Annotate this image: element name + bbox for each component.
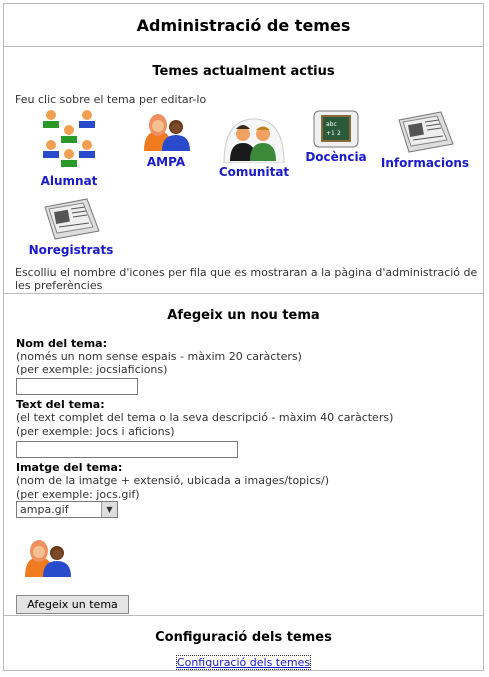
topic-name-hint: (només un nom sense espais - màxim 20 ca… xyxy=(16,350,302,363)
parents-icon xyxy=(144,114,190,151)
students-icon xyxy=(43,110,95,167)
topic-image-label: Imatge del tema: xyxy=(16,461,123,474)
icons-per-row-text-line1: Escolliu el nombre d'icones per fila que… xyxy=(15,266,478,279)
topic-alumnat[interactable]: Alumnat xyxy=(28,108,110,188)
active-topics-section: Temes actualment actius Feu clic sobre e… xyxy=(4,47,483,294)
icons-per-row-text-line2: les preferències xyxy=(15,279,103,292)
topic-docencia[interactable]: abc +1 2 Docència xyxy=(304,110,368,164)
add-topic-title: Afegeix un nou tema xyxy=(167,308,320,323)
topic-image-example: (per exemple: jocs.gif) xyxy=(16,488,140,501)
topic-image-preview xyxy=(16,539,78,579)
chevron-down-icon[interactable]: ▼ xyxy=(101,502,117,517)
svg-text:+1: +1 xyxy=(326,130,335,137)
topic-text-example: (per exemple: Jocs i aficions) xyxy=(16,425,175,438)
topic-image-selected: ampa.gif xyxy=(20,503,69,516)
topic-image-hint: (nom de la imatge + extensió, ubicada a … xyxy=(16,474,329,487)
topic-label: Noregistrats xyxy=(28,243,114,257)
topic-comunitat[interactable]: Comunitat xyxy=(218,117,290,179)
newspaper-icon xyxy=(398,111,454,153)
svg-text:abc: abc xyxy=(326,121,337,128)
topic-text-input[interactable] xyxy=(16,441,238,458)
topic-name-input[interactable] xyxy=(16,378,138,395)
active-topics-title: Temes actualment actius xyxy=(152,64,335,79)
add-topic-button[interactable]: Afegeix un tema xyxy=(16,595,129,614)
topic-text-hint: (el text complet del tema o la seva desc… xyxy=(16,411,394,424)
config-title: Configuració dels temes xyxy=(155,630,332,645)
page-title: Administració de temes xyxy=(136,16,351,35)
topic-label: Alumnat xyxy=(40,174,98,188)
topic-text-label: Text del tema: xyxy=(16,398,105,411)
page-header: Administració de temes xyxy=(4,4,483,47)
newspaper-icon xyxy=(44,198,100,240)
main-frame: Administració de temes Temes actualment … xyxy=(3,3,484,671)
community-icon xyxy=(223,118,285,163)
edit-instruction: Feu clic sobre el tema per editar-lo xyxy=(15,93,207,106)
parents-icon xyxy=(25,540,71,577)
config-link[interactable]: Configuració dels temes xyxy=(175,655,312,670)
blackboard-icon: abc +1 2 xyxy=(313,110,359,148)
topic-image-select[interactable]: ampa.gif ▼ xyxy=(16,501,118,518)
topic-label: Docència xyxy=(305,150,367,164)
svg-text:2: 2 xyxy=(337,130,341,137)
config-link-wrapper: Configuració dels temes xyxy=(4,655,483,670)
topic-ampa[interactable]: AMPA xyxy=(132,113,200,169)
topic-label: Comunitat xyxy=(218,165,290,179)
topic-name-label: Nom del tema: xyxy=(16,337,107,350)
topic-name-example: (per exemple: jocsiaficions) xyxy=(16,363,168,376)
topic-label: AMPA xyxy=(146,155,186,169)
topic-label: Informacions xyxy=(380,156,470,170)
topic-informacions[interactable]: Informacions xyxy=(378,110,472,170)
topic-noregistrats[interactable]: Noregistrats xyxy=(28,197,114,257)
